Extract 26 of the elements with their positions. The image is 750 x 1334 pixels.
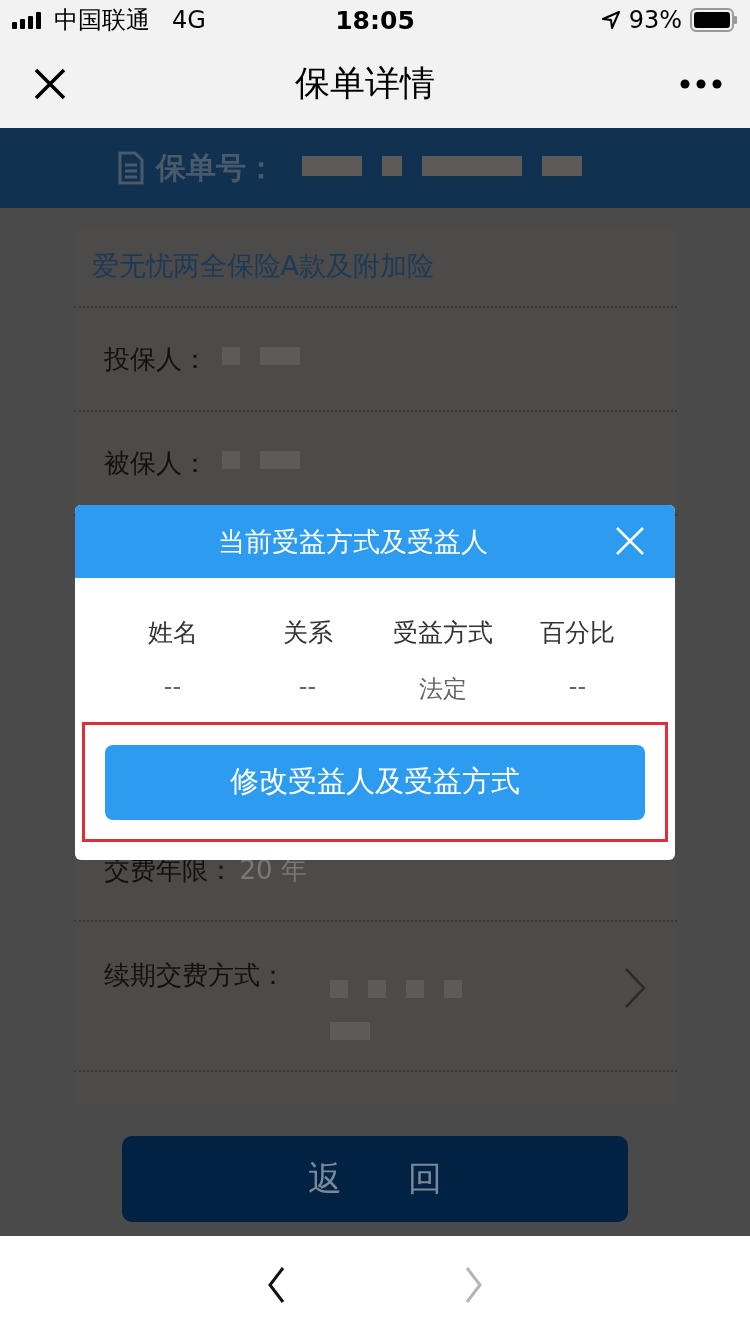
table-cell-text: -- — [163, 673, 182, 703]
table-cell-text: -- — [298, 673, 317, 703]
clock-time: 18:05 — [334, 5, 416, 35]
policy-number-label: 保单号： — [156, 148, 276, 187]
field-label: 被保人： — [103, 446, 208, 480]
more-button[interactable] — [680, 79, 722, 89]
column-header: 百分比 — [540, 617, 615, 649]
battery-percent: 93% — [628, 6, 682, 34]
column-header: 受益方式 — [392, 617, 493, 649]
column-header: 姓名 — [147, 617, 198, 649]
table-cell-text: -- — [568, 673, 587, 703]
return-button[interactable]: 返 回 — [122, 1136, 628, 1222]
table-cell-text: 法定 — [418, 674, 467, 705]
column-header: 关系 — [282, 617, 333, 649]
back-button[interactable] — [266, 1265, 286, 1305]
field-label: 续期交费方式： — [103, 959, 286, 992]
page-title: 保单详情 — [295, 62, 435, 105]
location-arrow-icon — [600, 10, 621, 30]
field-label: 投保人： — [103, 342, 208, 376]
close-button[interactable] — [33, 67, 67, 101]
document-icon — [118, 151, 144, 185]
network-type: 4G — [172, 6, 206, 34]
dialog-title: 当前受益方式及受益人 — [218, 524, 488, 559]
modify-beneficiary-button[interactable]: 修改受益人及受益方式 — [105, 744, 645, 820]
battery-icon — [690, 8, 738, 32]
carrier-name: 中国联通 — [54, 5, 150, 36]
